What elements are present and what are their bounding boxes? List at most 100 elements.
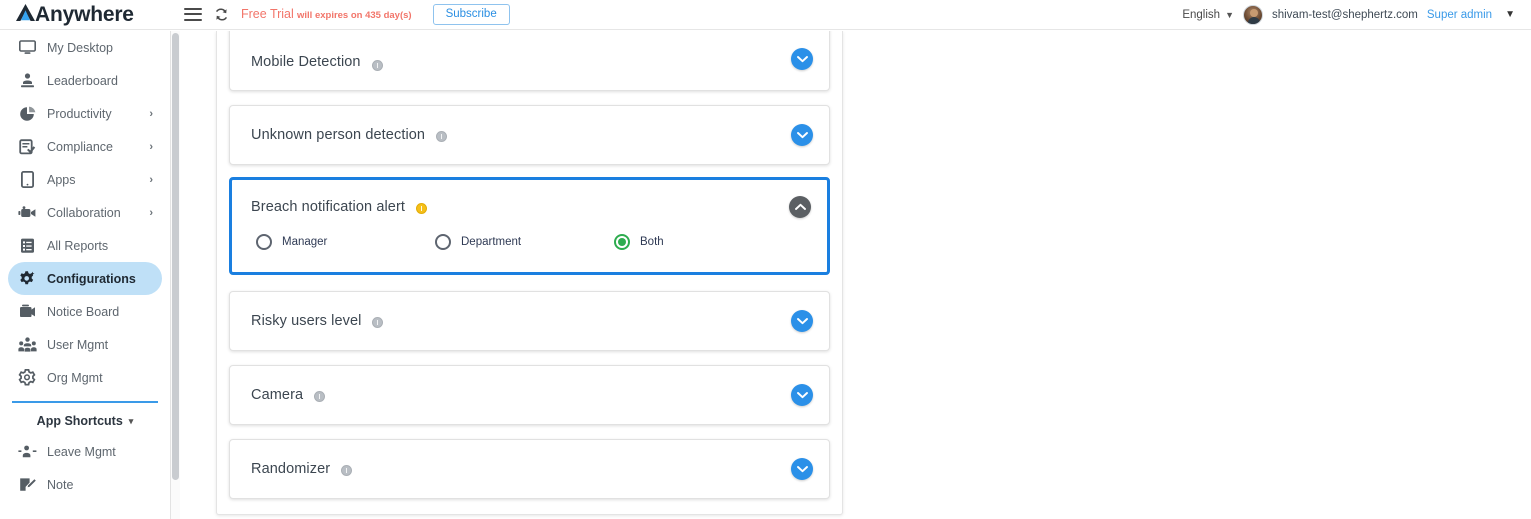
tablet-icon bbox=[16, 170, 38, 190]
card-title: Randomizer bbox=[251, 461, 331, 477]
sidebar-item-label: Compliance bbox=[47, 139, 114, 154]
topbar-right-group: English ▼ shivam-test@shephertz.com Supe… bbox=[1182, 4, 1531, 25]
radio-option-manager[interactable]: Manager bbox=[256, 234, 435, 250]
card-title: Unknown person detection bbox=[251, 127, 426, 143]
video-camera-icon bbox=[16, 203, 38, 223]
sidebar-item-note[interactable]: Note bbox=[8, 468, 162, 501]
refresh-sync-icon[interactable] bbox=[213, 7, 230, 22]
sidebar-section-label: App Shortcuts bbox=[36, 414, 123, 428]
sidebar-item-leaderboard[interactable]: Leaderboard bbox=[8, 64, 162, 97]
user-menu-chevron-down-icon[interactable]: ▼ bbox=[1505, 9, 1515, 20]
chevron-down-icon[interactable] bbox=[791, 48, 813, 70]
language-selector[interactable]: English ▼ bbox=[1182, 9, 1234, 21]
sidebar-item-label: Collaboration bbox=[47, 205, 121, 220]
card-header[interactable]: Randomizer bbox=[230, 440, 829, 498]
gear-settings-icon bbox=[16, 269, 38, 289]
note-edit-icon bbox=[16, 475, 38, 495]
chevron-down-icon[interactable] bbox=[791, 384, 813, 406]
sidebar-item-notice-board[interactable]: Notice Board bbox=[8, 295, 162, 328]
info-icon[interactable] bbox=[341, 464, 353, 476]
sidebar-item-label: Apps bbox=[47, 172, 76, 187]
sidebar-item-leave-mgmt[interactable]: Leave Mgmt bbox=[8, 435, 162, 468]
info-icon[interactable] bbox=[314, 390, 326, 402]
subscribe-button[interactable]: Subscribe bbox=[432, 3, 510, 26]
info-icon[interactable] bbox=[372, 316, 384, 328]
chevron-right-icon: › bbox=[149, 206, 153, 219]
sidebar-item-label: Configurations bbox=[47, 271, 136, 286]
avatar[interactable] bbox=[1242, 4, 1263, 25]
config-card-risky-users-level: Risky users level bbox=[229, 291, 830, 351]
org-gear-icon bbox=[16, 368, 38, 388]
chevron-right-icon: › bbox=[149, 173, 153, 186]
card-title: Mobile Detection bbox=[251, 54, 361, 70]
card-title: Breach notification alert bbox=[251, 199, 406, 215]
sidebar-item-label: Org Mgmt bbox=[47, 370, 103, 385]
sidebar-item-apps[interactable]: Apps › bbox=[8, 163, 162, 196]
radio-option-department[interactable]: Department bbox=[435, 234, 614, 250]
trial-label: Free Trial bbox=[241, 7, 294, 22]
sidebar-item-label: Leaderboard bbox=[47, 73, 118, 88]
hamburger-menu-icon[interactable] bbox=[184, 7, 202, 21]
trial-sub-label: will expires on 435 day(s) bbox=[297, 10, 412, 22]
radio-label: Department bbox=[461, 236, 522, 248]
card-header[interactable]: Risky users level bbox=[230, 292, 829, 350]
chevron-up-icon[interactable] bbox=[789, 196, 811, 218]
sidebar-divider bbox=[12, 401, 158, 403]
config-card-randomizer: Randomizer bbox=[229, 439, 830, 499]
card-header[interactable]: Camera bbox=[230, 366, 829, 424]
info-icon[interactable] bbox=[371, 60, 383, 71]
notice-board-icon bbox=[16, 302, 38, 322]
info-icon[interactable] bbox=[416, 202, 428, 214]
sidebar-item-label: All Reports bbox=[47, 238, 109, 253]
chevron-down-icon[interactable] bbox=[791, 310, 813, 332]
card-header[interactable]: Mobile Detection bbox=[230, 31, 829, 90]
info-icon[interactable] bbox=[436, 130, 448, 142]
chevron-right-icon: › bbox=[149, 140, 153, 153]
brand-name: Anywhere bbox=[35, 3, 134, 26]
config-card-mobile-detection: Mobile Detection bbox=[229, 31, 830, 91]
sidebar-item-configurations[interactable]: Configurations bbox=[8, 262, 162, 295]
configurations-panel: Mobile Detection Unknown person detectio… bbox=[216, 31, 843, 515]
sidebar-item-collaboration[interactable]: Collaboration › bbox=[8, 196, 162, 229]
topbar-left-group: Free Trial will expires on 435 day(s) Su… bbox=[170, 3, 510, 26]
chevron-down-icon: ▼ bbox=[1225, 9, 1234, 20]
report-list-icon bbox=[16, 236, 38, 256]
config-card-camera: Camera bbox=[229, 365, 830, 425]
trophy-icon bbox=[16, 71, 38, 91]
user-email: shivam-test@shephertz.com bbox=[1271, 8, 1418, 21]
sidebar-item-all-reports[interactable]: All Reports bbox=[8, 229, 162, 262]
language-label: English bbox=[1182, 8, 1221, 21]
sidebar-item-user-mgmt[interactable]: User Mgmt bbox=[8, 328, 162, 361]
users-group-icon bbox=[16, 335, 38, 355]
sidebar-section-app-shortcuts[interactable]: App Shortcuts ▾ bbox=[0, 407, 170, 435]
breach-notification-options: Manager Department Both bbox=[232, 234, 827, 272]
user-leave-icon bbox=[16, 442, 38, 462]
radio-circle-icon bbox=[435, 234, 451, 250]
sidebar-scrollbar-thumb[interactable] bbox=[172, 33, 179, 480]
user-role-link[interactable]: Super admin bbox=[1427, 9, 1492, 21]
sidebar-item-productivity[interactable]: Productivity › bbox=[8, 97, 162, 130]
sidebar-item-label: Notice Board bbox=[47, 304, 120, 319]
card-header[interactable]: Unknown person detection bbox=[230, 106, 829, 164]
chevron-down-icon[interactable] bbox=[791, 124, 813, 146]
chevron-right-icon: › bbox=[149, 107, 153, 120]
sidebar-item-my-desktop[interactable]: My Desktop bbox=[8, 31, 162, 64]
radio-circle-icon bbox=[256, 234, 272, 250]
app-root: Anywhere Free Trial will expires on 435 … bbox=[0, 0, 1531, 519]
radio-option-both[interactable]: Both bbox=[614, 234, 664, 250]
monitor-icon bbox=[16, 38, 38, 58]
sidebar-item-label: Productivity bbox=[47, 106, 112, 121]
sidebar-item-label: Note bbox=[47, 477, 74, 492]
sidebar-item-label: Leave Mgmt bbox=[47, 444, 116, 459]
sidebar-item-org-mgmt[interactable]: Org Mgmt bbox=[8, 361, 162, 394]
config-card-breach-notification-alert: Breach notification alert Manager Depart… bbox=[229, 177, 830, 275]
sidebar-item-compliance[interactable]: Compliance › bbox=[8, 130, 162, 163]
chevron-down-icon: ▾ bbox=[128, 415, 134, 426]
sidebar-item-label: User Mgmt bbox=[47, 337, 109, 352]
mountain-a-logo-icon bbox=[16, 2, 35, 21]
sidebar: My Desktop Leaderboard Productivity › Co… bbox=[0, 31, 171, 519]
brand-logo[interactable]: Anywhere bbox=[0, 0, 170, 30]
card-header[interactable]: Breach notification alert bbox=[232, 180, 827, 234]
radio-circle-selected-icon bbox=[614, 234, 630, 250]
chevron-down-icon[interactable] bbox=[791, 458, 813, 480]
